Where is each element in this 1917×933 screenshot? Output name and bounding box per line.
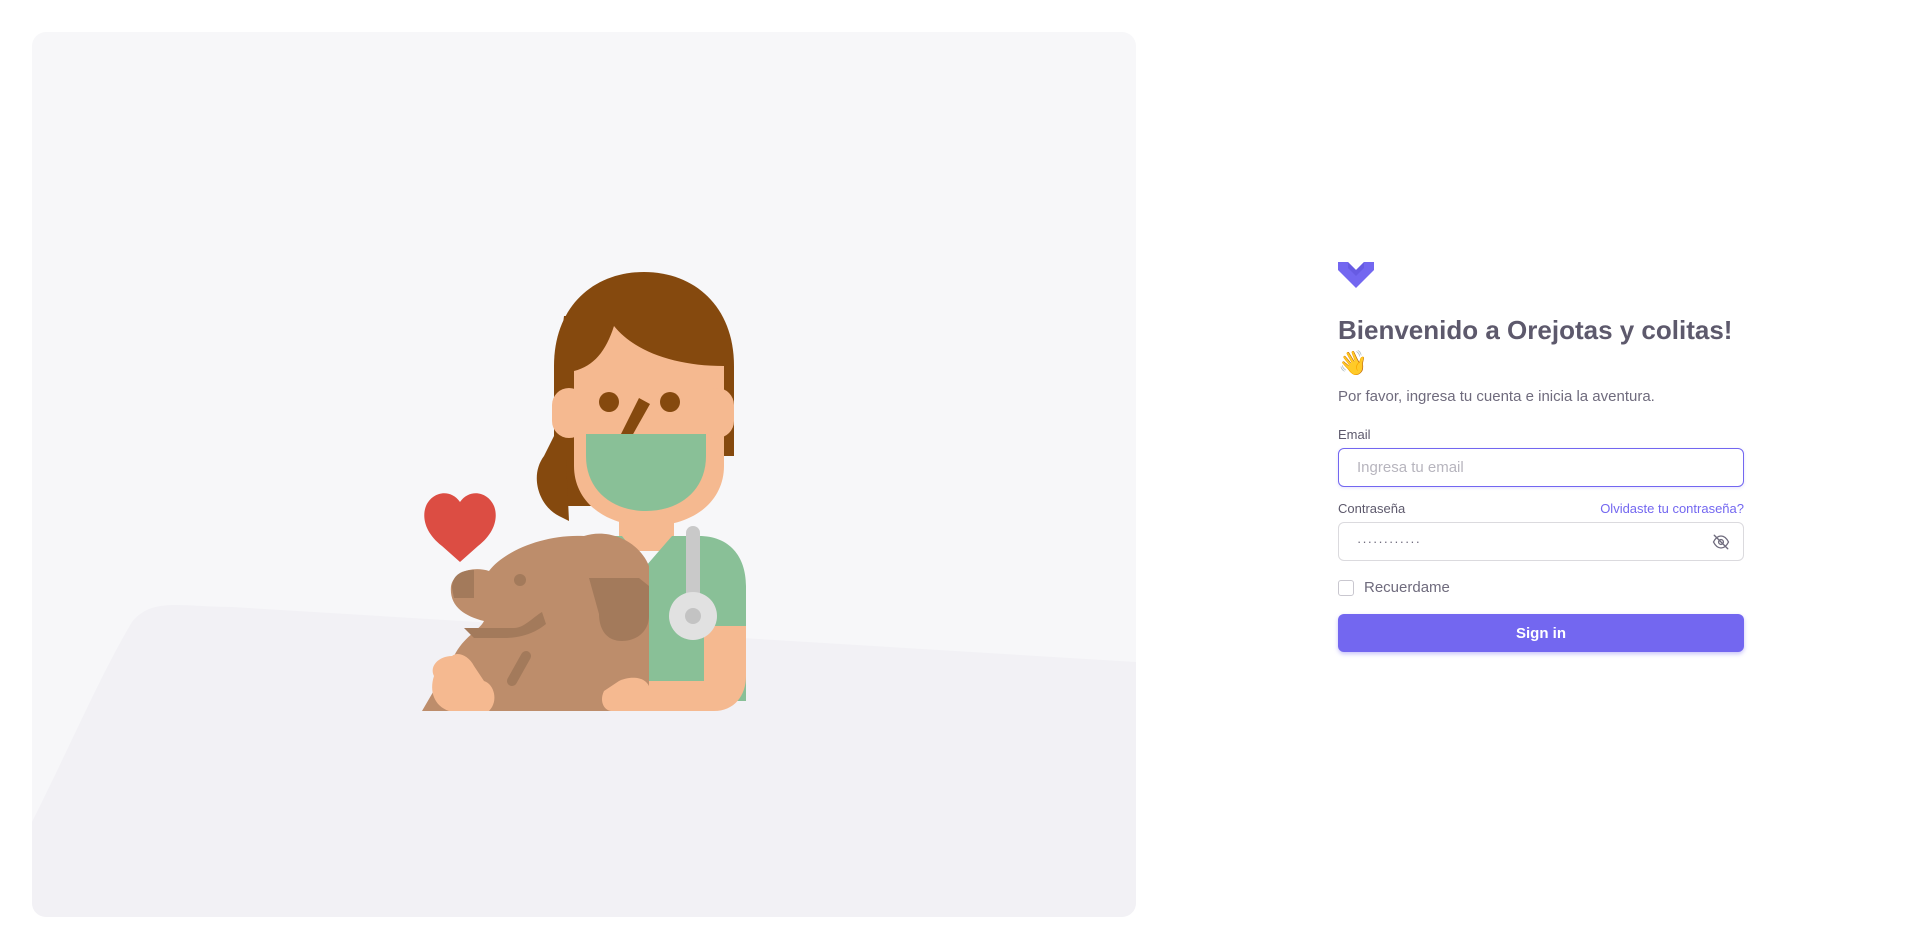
illustration-panel bbox=[32, 32, 1136, 917]
email-input[interactable] bbox=[1338, 448, 1744, 487]
welcome-title-text: Bienvenido a Orejotas y colitas! bbox=[1338, 315, 1733, 345]
forgot-password-link[interactable]: Olvidaste tu contraseña? bbox=[1600, 501, 1744, 516]
heart-icon bbox=[424, 493, 496, 562]
sign-in-button[interactable]: Sign in bbox=[1338, 614, 1744, 652]
waving-hand-emoji: 👋 bbox=[1338, 350, 1368, 377]
password-input-wrapper bbox=[1338, 522, 1744, 561]
login-page: Bienvenido a Orejotas y colitas! 👋 Por f… bbox=[0, 0, 1917, 933]
vet-with-dog-illustration bbox=[422, 272, 746, 711]
eye-off-icon[interactable] bbox=[1712, 533, 1730, 551]
email-label: Email bbox=[1338, 427, 1371, 442]
brand-logo-icon bbox=[1338, 262, 1374, 288]
email-field-group: Email bbox=[1338, 427, 1744, 487]
password-label-row: Contraseña Olvidaste tu contraseña? bbox=[1338, 501, 1744, 516]
remember-me-row: Recuerdame bbox=[1338, 579, 1744, 596]
email-label-row: Email bbox=[1338, 427, 1744, 442]
welcome-title: Bienvenido a Orejotas y colitas! 👋 bbox=[1338, 313, 1744, 381]
password-label: Contraseña bbox=[1338, 501, 1406, 516]
remember-me-label[interactable]: Recuerdame bbox=[1364, 579, 1450, 596]
password-field-group: Contraseña Olvidaste tu contraseña? bbox=[1338, 501, 1744, 561]
welcome-subtitle: Por favor, ingresa tu cuenta e inicia la… bbox=[1338, 388, 1655, 405]
password-input[interactable] bbox=[1338, 522, 1744, 561]
remember-me-checkbox[interactable] bbox=[1338, 579, 1354, 596]
login-form-container: Bienvenido a Orejotas y colitas! 👋 Por f… bbox=[1338, 262, 1744, 652]
